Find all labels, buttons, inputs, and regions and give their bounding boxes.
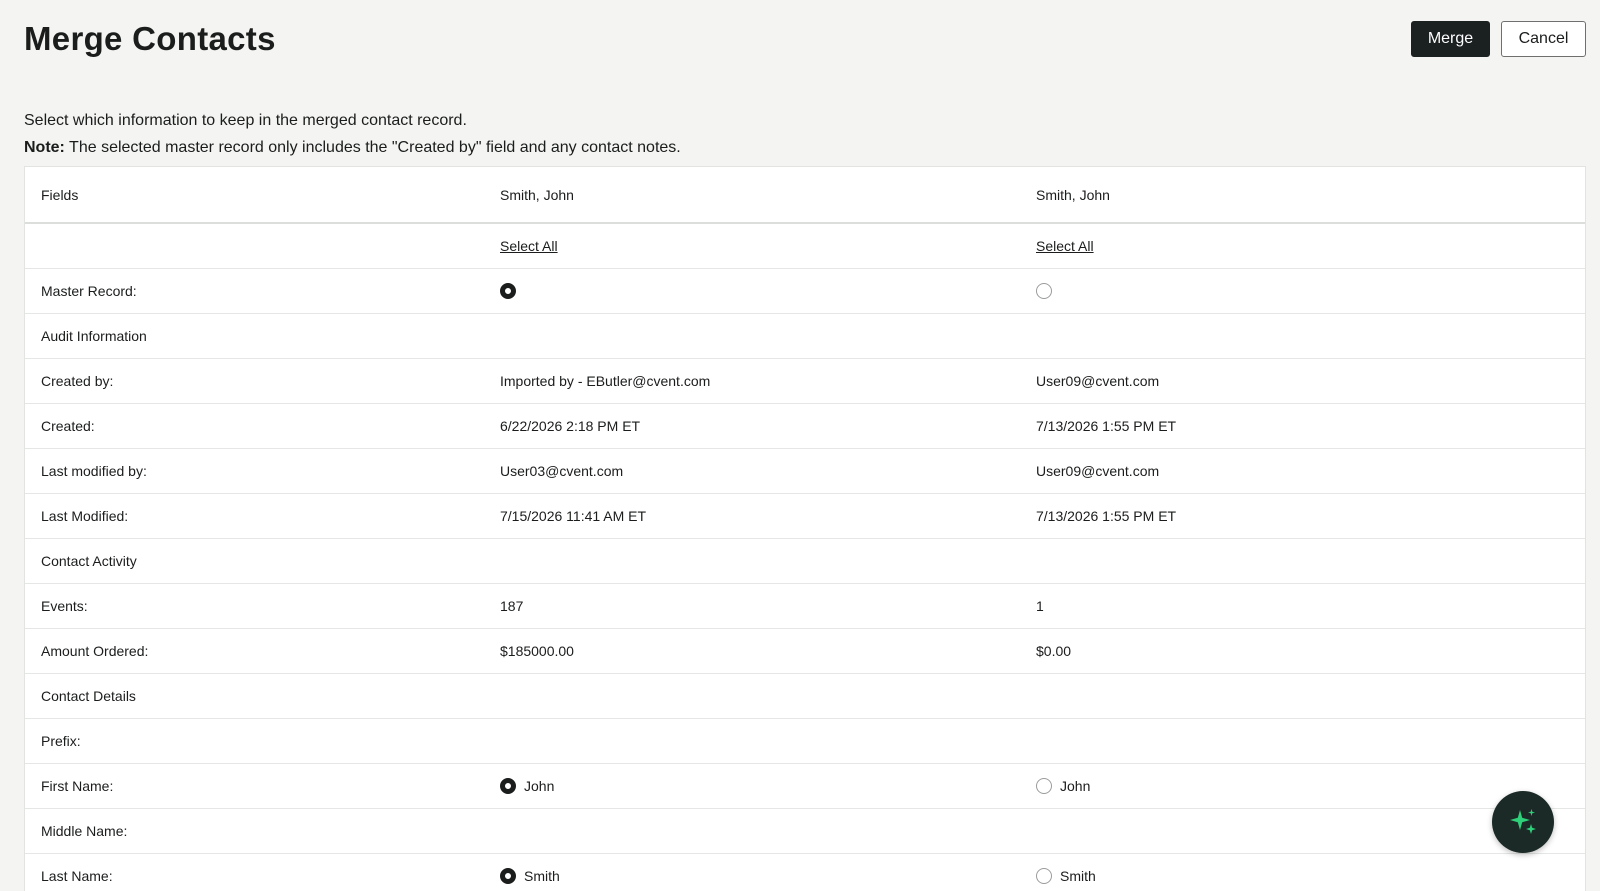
master-record-1-radio[interactable] [500, 283, 516, 299]
first-name-record-2-radio[interactable] [1036, 778, 1052, 794]
merge-button[interactable]: Merge [1411, 21, 1490, 57]
record-1-value: John [524, 778, 555, 794]
note-body: The selected master record only includes… [64, 139, 681, 156]
select-all-record-2-link[interactable]: Select All [1036, 238, 1094, 254]
table-header-row: Fields Smith, John Smith, John [25, 167, 1585, 224]
last-name-record-2-radio[interactable] [1036, 868, 1052, 884]
table-row-last-modified: Last Modified: 7/15/2026 11:41 AM ET 7/1… [25, 494, 1585, 539]
field-label: Created by: [41, 373, 114, 389]
note-label: Note: [24, 139, 65, 156]
page-header: Merge Contacts Merge Cancel [24, 18, 1586, 62]
empty-cell [41, 224, 481, 268]
instructions: Select which information to keep in the … [24, 107, 681, 161]
table-row-prefix: Prefix: [25, 719, 1585, 764]
record-2-value: 7/13/2026 1:55 PM ET [1036, 418, 1177, 434]
table-row-amount-ordered: Amount Ordered: $185000.00 $0.00 [25, 629, 1585, 674]
note-text: Note: The selected master record only in… [24, 134, 681, 161]
table-row-created: Created: 6/22/2026 2:18 PM ET 7/13/2026 … [25, 404, 1585, 449]
field-label: Prefix: [41, 733, 81, 749]
column-header-record-1: Smith, John [500, 186, 574, 203]
field-label: Last Name: [41, 868, 113, 884]
instructions-text: Select which information to keep in the … [24, 112, 467, 129]
record-1-value: 7/15/2026 11:41 AM ET [500, 508, 647, 524]
select-all-row: Select All Select All [25, 224, 1585, 269]
section-row-contact-details: Contact Details [25, 674, 1585, 719]
record-1-value: User03@cvent.com [500, 463, 624, 479]
last-name-record-1-radio[interactable] [500, 868, 516, 884]
record-2-value: User09@cvent.com [1036, 463, 1160, 479]
column-header-record-2: Smith, John [1036, 186, 1110, 203]
cancel-button[interactable]: Cancel [1501, 21, 1586, 57]
table-row-master-record: Master Record: [25, 269, 1585, 314]
merge-contacts-page: Merge Contacts Merge Cancel Select which… [0, 0, 1600, 891]
field-label: Amount Ordered: [41, 643, 149, 659]
field-label: Created: [41, 418, 95, 434]
section-label: Contact Details [41, 688, 136, 704]
table-row-events: Events: 187 1 [25, 584, 1585, 629]
record-1-value: Imported by - EButler@cvent.com [500, 373, 711, 389]
table-row-middle-name: Middle Name: [25, 809, 1585, 854]
field-label: Middle Name: [41, 823, 128, 839]
record-1-value: Smith [524, 868, 560, 884]
section-row-contact-activity: Contact Activity [25, 539, 1585, 584]
table-row-created-by: Created by: Imported by - EButler@cvent.… [25, 359, 1585, 404]
sparkle-icon [1510, 809, 1536, 834]
select-all-record-1-link[interactable]: Select All [500, 238, 558, 254]
record-2-value: User09@cvent.com [1036, 373, 1160, 389]
first-name-record-1-radio[interactable] [500, 778, 516, 794]
record-2-value: 7/13/2026 1:55 PM ET [1036, 508, 1177, 524]
record-1-value: 187 [500, 598, 524, 614]
section-label: Audit Information [41, 328, 147, 344]
record-1-value: 6/22/2026 2:18 PM ET [500, 418, 641, 434]
record-1-value: $185000.00 [500, 643, 574, 659]
page-title: Merge Contacts [24, 20, 276, 57]
record-2-value: John [1060, 778, 1091, 794]
record-2-value: Smith [1060, 868, 1096, 884]
record-2-value: 1 [1036, 598, 1044, 614]
master-record-2-radio[interactable] [1036, 283, 1052, 299]
field-label: Events: [41, 598, 88, 614]
column-header-fields: Fields [41, 186, 79, 203]
field-label: First Name: [41, 778, 114, 794]
section-label: Contact Activity [41, 553, 137, 569]
section-row-audit-information: Audit Information [25, 314, 1585, 359]
table-row-last-name: Last Name: Smith Smith [25, 854, 1585, 891]
record-2-value: $0.00 [1036, 643, 1072, 659]
field-label: Last modified by: [41, 463, 147, 479]
merge-table: Fields Smith, John Smith, John Select Al… [24, 166, 1586, 891]
table-row-first-name: First Name: John John [25, 764, 1585, 809]
field-label: Master Record: [41, 283, 137, 299]
table-row-last-modified-by: Last modified by: User03@cvent.com User0… [25, 449, 1585, 494]
field-label: Last Modified: [41, 508, 129, 524]
ai-assistant-button[interactable] [1492, 791, 1554, 853]
